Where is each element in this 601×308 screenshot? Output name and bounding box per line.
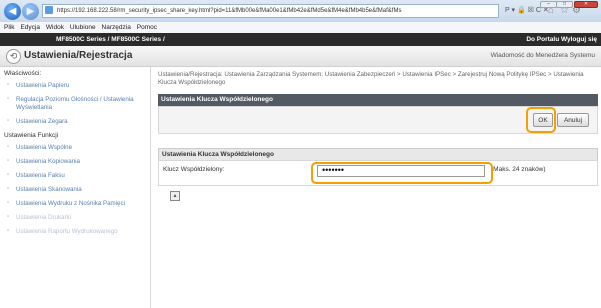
back-to-top-icon[interactable]: ▴ (170, 191, 180, 201)
maximize-button[interactable]: □ (556, 1, 573, 8)
section-title: Ustawienia Klucza Współdzielonego (158, 94, 598, 106)
menu-help[interactable]: Pomoc (137, 22, 157, 33)
sidebar-item-memory-print-settings[interactable]: Ustawienia Wydruku z Nośnika Pamięci (0, 197, 150, 211)
sidebar-item-printer-settings[interactable]: Ustawienia Drukarki (0, 211, 150, 225)
input-highlight (311, 162, 493, 184)
sidebar-item-common-settings[interactable]: Ustawienia Wspólne (0, 141, 150, 155)
cancel-button[interactable]: Anuluj (557, 113, 589, 127)
page-title: Ustawienia/Rejestracja (24, 50, 133, 61)
close-window-button[interactable]: ✕ (574, 1, 598, 8)
minimize-button[interactable]: – (540, 1, 557, 8)
portal-logout-links[interactable]: Do Portalu Wyloguj się (526, 36, 597, 43)
address-bar[interactable]: https://192.168.222.58/rm_security_ipsec… (42, 4, 499, 18)
device-banner: MF8500C Series / MF8500C Series / Do Por… (0, 33, 601, 46)
close-icon: ✕ (583, 1, 589, 7)
menu-favorites[interactable]: Ulubione (70, 22, 96, 33)
menu-tools[interactable]: Narzędzia (102, 22, 131, 33)
message-to-admin-link[interactable]: Wiadomość do Menedżera Systemu (491, 52, 595, 59)
menu-view[interactable]: Widok (46, 22, 64, 33)
maximize-icon: □ (562, 1, 567, 7)
sidebar-item-fax-settings[interactable]: Ustawienia Faksu (0, 169, 150, 183)
browser-title-bar: ◀ ▶ https://192.168.222.58/rm_security_i… (0, 0, 601, 22)
shared-key-hint: (Maks. 24 znaków) (491, 166, 546, 173)
site-icon (45, 6, 53, 14)
sidebar-heading-preferences: Właściwości: (4, 70, 42, 77)
url-text: https://192.168.222.58/rm_security_ipsec… (57, 8, 402, 14)
ok-highlight (526, 107, 556, 133)
back-arrow-icon: ◀ (8, 6, 17, 17)
settings-home-icon[interactable]: ⟲ (6, 49, 21, 64)
sidebar-item-scan-settings[interactable]: Ustawienia Skanowania (0, 183, 150, 197)
forward-arrow-icon: ▶ (26, 6, 35, 17)
sidebar-item-copy-settings[interactable]: Ustawienia Kopiowania (0, 155, 150, 169)
menu-edit[interactable]: Edycja (20, 22, 40, 33)
device-model: MF8500C Series / MF8500C Series / (56, 36, 165, 43)
page-header: ⟲ Ustawienia/Rejestracja Wiadomość do Me… (0, 46, 601, 67)
sidebar-item-clock-settings[interactable]: Ustawienia Zegara (0, 115, 150, 129)
sidebar-item-report-settings[interactable]: Ustawienia Raportu Wydrukowanego (0, 225, 150, 239)
menu-file[interactable]: Plik (4, 22, 14, 33)
minimize-icon: – (547, 1, 550, 7)
back-button[interactable]: ◀ (4, 3, 21, 20)
sidebar-item-volume-display[interactable]: Regulacja Poziomu Głośności / Ustawienia… (0, 93, 150, 115)
sidebar-item-paper-settings[interactable]: Ustawienia Papieru (0, 79, 150, 93)
main-content: Ustawienia/Rejestracja: Ustawienia Zarzą… (158, 67, 598, 308)
shared-key-label: Klucz Współdzielony: (163, 166, 225, 173)
sidebar: Właściwości: Ustawienia Papieru Regulacj… (0, 67, 151, 308)
breadcrumb[interactable]: Ustawienia/Rejestracja: Ustawienia Zarzą… (158, 71, 596, 87)
forward-button[interactable]: ▶ (22, 3, 39, 20)
sidebar-heading-functions: Ustawienia Funkcji (4, 132, 59, 139)
